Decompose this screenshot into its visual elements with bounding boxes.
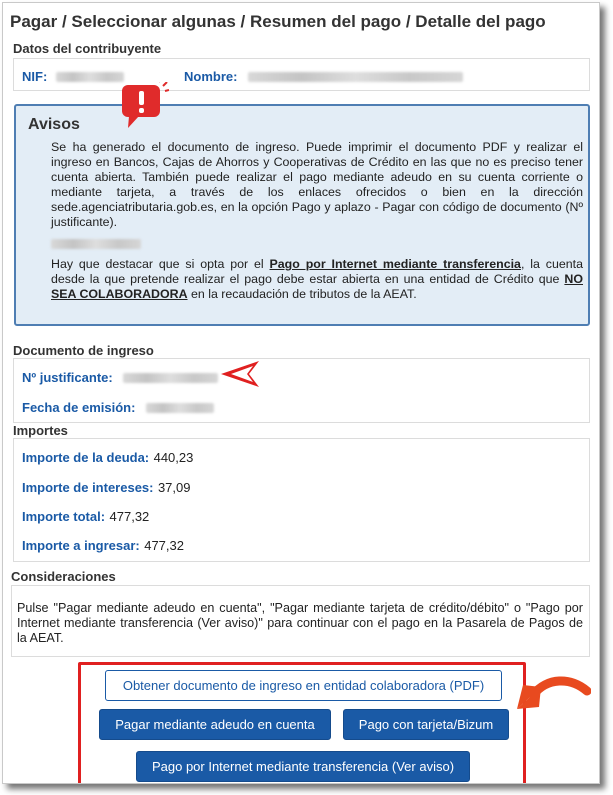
consideraciones-box: Pulse "Pagar mediante adeudo en cuenta",… <box>11 585 590 657</box>
avisos-text: Se ha generado el documento de ingreso. … <box>51 140 583 308</box>
nif-value-redacted <box>55 71 124 82</box>
avisos-title: Avisos <box>28 116 80 133</box>
importes-section-title: Importes <box>13 423 68 438</box>
fecha-value-redacted <box>145 402 214 413</box>
consideraciones-section-title: Consideraciones <box>11 569 116 584</box>
avisos-paragraph-2 <box>51 236 583 251</box>
deuda-value: 440,23 <box>153 450 194 465</box>
contribuyente-section-title: Datos del contribuyente <box>13 41 162 56</box>
avisos-panel: Avisos Se ha generado el documento de in… <box>14 104 590 326</box>
pago-tarjeta-button[interactable]: Pago con tarjeta/Bizum <box>343 709 509 740</box>
left-arrow-icon <box>221 361 259 387</box>
payment-options-area: Obtener documento de ingreso en entidad … <box>78 662 526 783</box>
obtener-pdf-button[interactable]: Obtener documento de ingreso en entidad … <box>105 670 502 701</box>
intereses-label: Importe de intereses: <box>22 480 154 495</box>
documento-section-title: Documento de ingreso <box>13 343 154 358</box>
consideraciones-text: Pulse "Pagar mediante adeudo en cuenta",… <box>17 601 583 645</box>
total-label: Importe total: <box>22 509 106 524</box>
page-title: Pagar / Seleccionar algunas / Resumen de… <box>10 12 546 31</box>
deuda-row: Importe de la deuda: 440,23 <box>22 449 193 467</box>
documento-box: Nº justificante: Fecha de emisión: <box>13 358 590 423</box>
total-value: 477,32 <box>109 509 150 524</box>
pagar-adeudo-button[interactable]: Pagar mediante adeudo en cuenta <box>99 709 331 740</box>
avisos-paragraph-3: Hay que destacar que si opta por el Pago… <box>51 257 583 302</box>
fecha-row: Fecha de emisión: <box>22 399 214 417</box>
deuda-label: Importe de la deuda: <box>22 450 150 465</box>
ingresar-value: 477,32 <box>144 538 184 553</box>
ingresar-row: Importe a ingresar: 477,32 <box>22 537 184 555</box>
avisos-p3-before: Hay que destacar que si opta por el <box>51 257 270 271</box>
nombre-value-redacted <box>247 71 463 82</box>
curved-arrow-icon <box>517 676 591 709</box>
exclamation-speech-bubble-icon <box>122 82 169 128</box>
nif-label: NIF: <box>22 69 48 84</box>
justificante-value-redacted <box>123 372 219 383</box>
justificante-row: Nº justificante: <box>22 369 219 387</box>
transferencia-link[interactable]: Pago por Internet mediante transferencia <box>270 257 521 271</box>
ingresar-label: Importe a ingresar: <box>22 538 140 553</box>
avisos-paragraph-1: Se ha generado el documento de ingreso. … <box>51 140 583 229</box>
pago-transferencia-button[interactable]: Pago por Internet mediante transferencia… <box>136 751 470 782</box>
intereses-row: Importe de intereses: 37,09 <box>22 479 191 497</box>
importes-box: Importe de la deuda: 440,23 Importe de i… <box>13 438 590 562</box>
total-row: Importe total: 477,32 <box>22 508 149 526</box>
nif-row: NIF: <box>22 68 124 86</box>
contribuyente-box: NIF: Nombre: <box>13 58 590 91</box>
page-frame: Pagar / Seleccionar algunas / Resumen de… <box>2 2 600 784</box>
justificante-redacted <box>51 238 141 249</box>
nombre-label: Nombre: <box>184 69 238 84</box>
fecha-label: Fecha de emisión: <box>22 400 136 415</box>
nombre-row: Nombre: <box>184 68 463 86</box>
avisos-p3-after: en la recaudación de tributos de la AEAT… <box>187 287 417 301</box>
justificante-label: Nº justificante: <box>22 370 113 385</box>
intereses-value: 37,09 <box>157 480 191 495</box>
